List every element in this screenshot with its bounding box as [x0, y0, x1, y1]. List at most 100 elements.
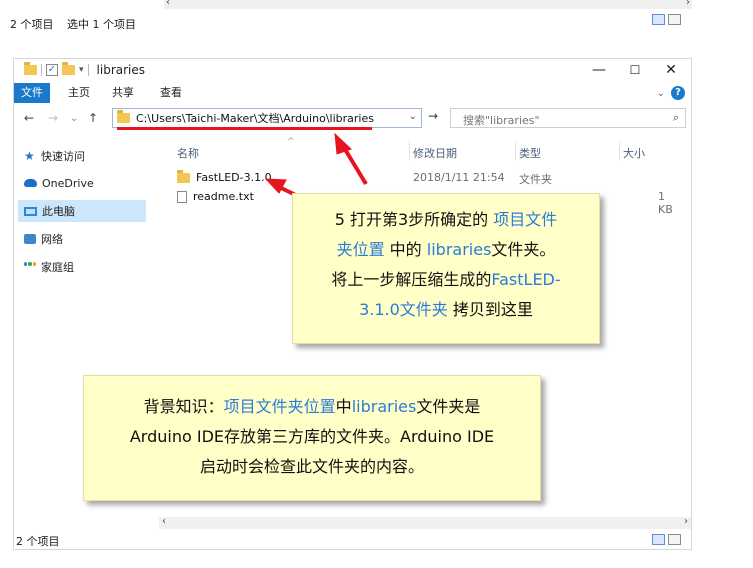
status-item-count: 2 个项目 [16, 535, 60, 548]
cloud-icon [24, 179, 37, 187]
go-arrow-icon[interactable]: → [424, 109, 442, 127]
tab-home[interactable]: 主页 [68, 83, 90, 103]
column-divider[interactable] [515, 141, 516, 161]
ribbon: 文件 主页 共享 查看 ⌄ ? [14, 83, 691, 103]
nav-item-label: 快速访问 [41, 150, 85, 163]
step-highlight: FastLED- [491, 270, 561, 289]
info-highlight: 项目文件夹位置 [223, 397, 336, 416]
tab-view[interactable]: 查看 [160, 83, 182, 103]
properties-check-icon[interactable]: ✓ [46, 64, 58, 76]
search-box[interactable]: 搜索"libraries" ⌕ [450, 108, 686, 128]
top-view-buttons [652, 14, 681, 25]
scroll-right-icon[interactable]: › [686, 0, 690, 8]
nav-item-label: 网络 [41, 233, 63, 246]
scroll-right-icon[interactable]: › [684, 516, 688, 527]
info-text: 背景知识： [143, 397, 224, 416]
computer-icon [24, 206, 37, 216]
help-icon[interactable]: ? [671, 86, 685, 100]
step-line-1: 5 打开第3步所确定的 项目文件 [293, 205, 599, 235]
info-text: 中 [335, 397, 352, 416]
view-buttons [652, 534, 681, 545]
sort-ascending-icon: ^ [287, 137, 295, 147]
recent-locations-icon[interactable]: ⌄ [70, 113, 78, 124]
previous-window-strip: ‹ › 2 个项目 选中 1 个项目 [0, 0, 692, 36]
toolbar-divider [41, 64, 42, 76]
tab-share[interactable]: 共享 [112, 83, 134, 103]
network-icon [24, 234, 36, 244]
minimize-button[interactable]: — [584, 61, 614, 79]
text-file-icon [177, 190, 187, 203]
large-icons-view-icon[interactable] [668, 14, 681, 25]
address-path[interactable]: C:\Users\Taichi-Maker\文档\Arduino\librari… [136, 110, 374, 126]
close-button[interactable]: ✕ [656, 61, 686, 79]
column-divider[interactable] [409, 141, 410, 161]
step-line-3: 将上一步解压缩生成的FastLED- [293, 265, 599, 295]
column-divider[interactable] [619, 141, 620, 161]
folder-icon [24, 62, 37, 75]
file-size: 1 KB [658, 190, 673, 216]
step-text: 将上一步解压缩生成的 [331, 270, 492, 289]
window-title: libraries [96, 63, 146, 77]
step-text: 文件夹。 [491, 240, 556, 259]
step-highlight: 项目文件 [493, 210, 558, 229]
title-bar: ✓ ▾ libraries — ☐ ✕ [14, 59, 691, 81]
back-arrow-icon[interactable]: ← [24, 111, 34, 125]
nav-item-label: OneDrive [42, 176, 94, 190]
tab-file[interactable]: 文件 [14, 83, 50, 103]
background-info-callout: 背景知识：项目文件夹位置中libraries文件夹是 Arduino IDE存放… [83, 375, 541, 501]
nav-item-network[interactable]: 网络 [24, 228, 63, 250]
info-highlight: libraries [351, 397, 417, 416]
file-name-cell: FastLED-3.1.0 [177, 169, 272, 184]
scroll-left-icon[interactable]: ‹ [166, 0, 170, 8]
up-arrow-icon[interactable]: ↑ [88, 111, 98, 125]
folder-icon [117, 110, 130, 123]
step-text: 中的 [384, 240, 427, 259]
quick-access-toolbar: ✓ ▾ libraries [24, 62, 146, 77]
horizontal-scrollbar[interactable]: ‹ › [159, 516, 691, 529]
scroll-left-icon[interactable]: ‹ [162, 516, 166, 527]
star-icon: ★ [24, 148, 35, 163]
step-line-4: 3.1.0文件夹 拷贝到这里 [293, 295, 599, 325]
search-placeholder[interactable]: 搜索"libraries" [463, 112, 540, 128]
details-view-icon[interactable] [652, 14, 665, 25]
customize-dropdown-icon[interactable]: ▾ [79, 65, 84, 75]
step-instruction-callout: 5 打开第3步所确定的 项目文件 夹位置 中的 libraries文件夹。 将上… [292, 193, 600, 344]
forward-arrow-icon[interactable]: → [48, 111, 58, 125]
file-name: FastLED-3.1.0 [196, 171, 272, 184]
details-view-icon[interactable] [652, 534, 665, 545]
nav-item-onedrive[interactable]: OneDrive [24, 172, 94, 194]
file-date: 2018/1/11 21:54 [413, 171, 505, 184]
info-line-1: 背景知识：项目文件夹位置中libraries文件夹是 [84, 392, 540, 422]
file-row-fastled[interactable]: FastLED-3.1.0 2018/1/11 21:54 文件夹 [163, 169, 683, 187]
step-line-2: 夹位置 中的 libraries文件夹。 [293, 235, 599, 265]
step-highlight: 3.1.0文件夹 [359, 300, 448, 319]
maximize-button[interactable]: ☐ [620, 61, 650, 79]
address-dropdown-icon[interactable]: ⌄ [409, 111, 417, 122]
column-header-date[interactable]: 修改日期 [413, 145, 457, 161]
info-line-3: 启动时会检查此文件夹的内容。 [199, 457, 424, 476]
toolbar-divider [87, 64, 89, 76]
nav-item-quick-access[interactable]: ★ 快速访问 [24, 145, 85, 167]
step-text: 拷贝到这里 [447, 300, 533, 319]
step-highlight: 夹位置 [336, 240, 385, 259]
file-type: 文件夹 [519, 173, 552, 186]
top-status-text: 2 个项目 选中 1 个项目 [10, 16, 146, 32]
status-bar: 2 个项目 [14, 531, 691, 549]
top-item-count: 2 个项目 [10, 18, 54, 31]
new-folder-icon[interactable] [62, 62, 75, 75]
search-icon[interactable]: ⌕ [673, 111, 679, 125]
ribbon-right-controls: ⌄ ? [657, 86, 685, 100]
expand-ribbon-icon[interactable]: ⌄ [657, 88, 665, 99]
nav-item-homegroup[interactable]: 家庭组 [24, 256, 74, 278]
step-highlight: libraries [426, 240, 492, 259]
column-header-name[interactable]: 名称 [177, 145, 199, 161]
column-header-size[interactable]: 大小 [623, 145, 645, 161]
top-horizontal-scrollbar[interactable]: ‹ › [164, 0, 692, 9]
info-line-2: Arduino IDE存放第三方库的文件夹。Arduino IDE [129, 427, 495, 446]
info-text: 文件夹是 [416, 397, 481, 416]
address-bar[interactable]: C:\Users\Taichi-Maker\文档\Arduino\librari… [112, 108, 422, 128]
column-header-type[interactable]: 类型 [519, 145, 541, 161]
nav-item-this-pc[interactable]: 此电脑 [18, 200, 146, 222]
large-icons-view-icon[interactable] [668, 534, 681, 545]
file-name-cell: readme.txt [177, 190, 254, 203]
